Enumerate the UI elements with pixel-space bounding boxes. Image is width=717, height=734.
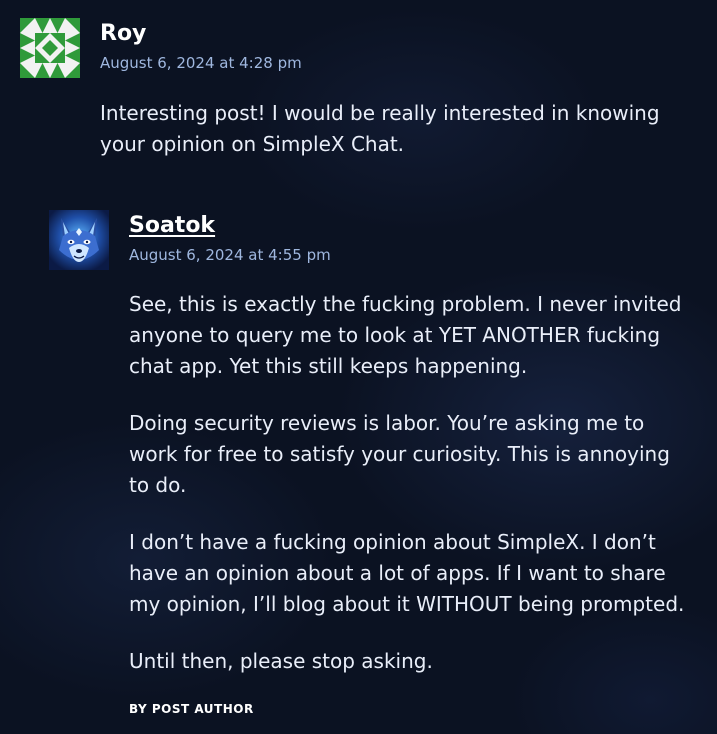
comment-author-link[interactable]: Soatok: [129, 213, 215, 238]
comment-date-link[interactable]: August 6, 2024 at 4:55 pm: [129, 246, 331, 264]
comment-paragraph: Until then, please stop asking.: [129, 649, 433, 673]
comment-body: Interesting post! I would be really inte…: [100, 98, 680, 186]
comment-date-link[interactable]: August 6, 2024 at 4:28 pm: [100, 54, 302, 72]
post-author-badge: BY POST AUTHOR: [129, 702, 254, 716]
comment-body: See, this is exactly the fucking problem…: [129, 289, 689, 703]
comment-author-name: Roy: [100, 21, 147, 46]
identicon-avatar: [20, 18, 80, 78]
comment-paragraph: See, this is exactly the fucking problem…: [129, 292, 682, 378]
comment-paragraph: Doing security reviews is labor. You’re …: [129, 411, 670, 497]
comment-paragraph: Interesting post! I would be really inte…: [100, 101, 660, 156]
comment-paragraph: I don’t have a fucking opinion about Sim…: [129, 530, 685, 616]
blue-wolf-avatar[interactable]: [49, 210, 109, 270]
